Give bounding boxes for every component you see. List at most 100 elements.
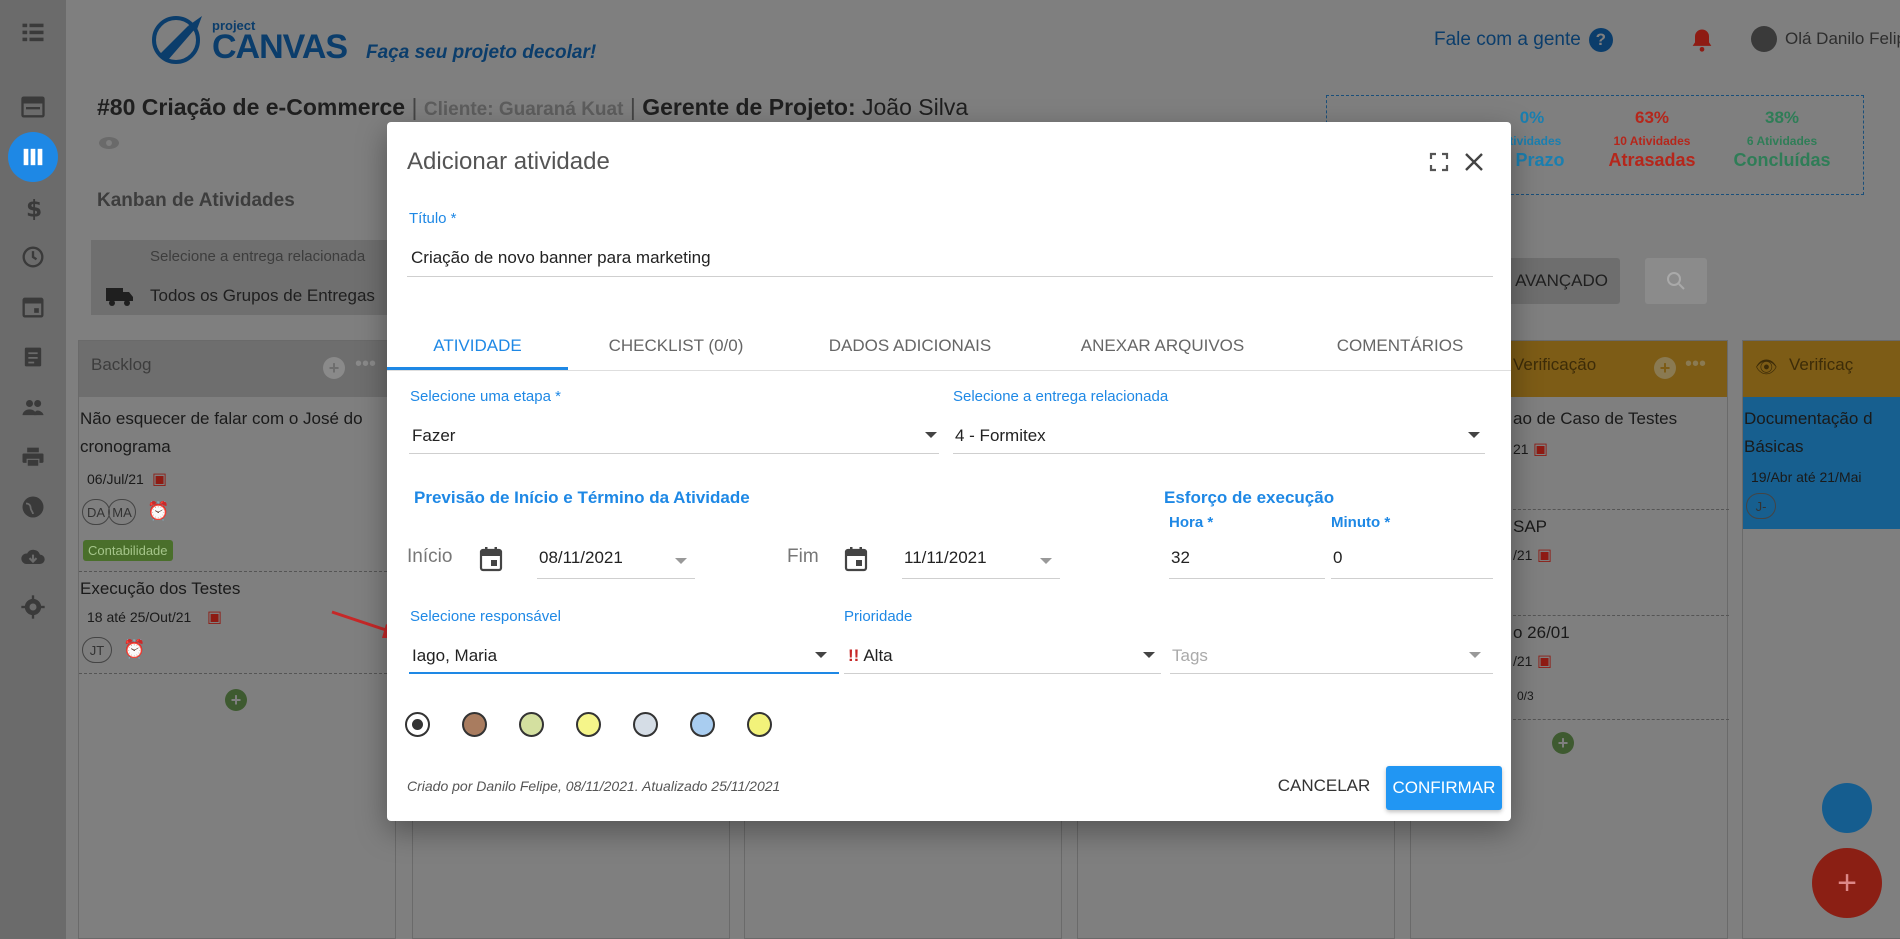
fim-date-input[interactable]: 11/11/2021 [904, 548, 987, 568]
entrega-dropdown-icon[interactable] [1468, 432, 1480, 438]
card-date: 19/Abr até 21/Mai [1751, 469, 1862, 485]
add-fab-button[interactable]: + [1812, 848, 1882, 918]
fullscreen-icon[interactable] [1429, 152, 1449, 172]
delivery-filter[interactable]: Selecione a entrega relacionada Todos os… [91, 240, 391, 315]
card-title[interactable]: Execução dos Testes [80, 579, 240, 599]
add-card-icon[interactable]: + [1552, 732, 1574, 754]
search-button[interactable] [1645, 258, 1707, 304]
user-greeting: Olá Danilo Felipe [1785, 29, 1900, 48]
tab-anexar-arquivos[interactable]: ANEXAR ARQUIVOS [1036, 322, 1289, 370]
dashboard-icon[interactable] [0, 82, 66, 132]
cloud-download-icon[interactable] [0, 532, 66, 582]
entrega-select[interactable]: 4 - Formitex [955, 426, 1046, 446]
column-title: Verificaç [1789, 355, 1854, 374]
card-date: /21 [1513, 547, 1533, 563]
stat-done: 38% 6 Atividades Concluídas [1727, 108, 1837, 171]
confirm-button[interactable]: CONFIRMAR [1386, 766, 1502, 810]
add-icon[interactable]: + [323, 357, 345, 379]
more-icon[interactable]: ••• [1685, 353, 1706, 376]
user-menu[interactable]: Olá Danilo Felipe ▾ [1751, 26, 1900, 52]
tags-input[interactable]: Tags [1172, 646, 1208, 666]
card-title[interactable]: ao de Caso de Testes [1513, 409, 1677, 429]
priority-high-icon: !! [848, 646, 860, 665]
card-highlighted[interactable]: Documentação d Básicas 19/Abr até 21/Mai… [1743, 397, 1900, 529]
card-title[interactable]: o 26/01 [1513, 623, 1570, 643]
eye-icon[interactable] [98, 136, 120, 150]
tags-dropdown-icon[interactable] [1469, 652, 1481, 658]
eye-icon[interactable]: 👁 [1755, 357, 1778, 378]
logo-tagline: Faça seu projeto decolar! [366, 42, 597, 63]
minuto-input[interactable]: 0 [1333, 548, 1342, 568]
menu-icon[interactable] [0, 8, 66, 58]
stat-label: Atrasadas [1608, 150, 1696, 170]
card-divider [1513, 509, 1729, 510]
titulo-input[interactable]: Criação de novo banner para marketing [411, 248, 711, 268]
card-title-line2: Básicas [1744, 437, 1804, 456]
delivery-filter-value: Todos os Grupos de Entregas [150, 286, 375, 305]
calendar-x-icon: ▣ [1537, 547, 1553, 564]
hora-input[interactable]: 32 [1171, 548, 1190, 568]
stat-late: 63% 10 Atividades Atrasadas [1597, 108, 1707, 171]
inicio-label: Início [407, 546, 453, 567]
color-option[interactable] [405, 712, 430, 737]
prioridade-underline [844, 673, 1161, 674]
color-option[interactable] [690, 712, 715, 737]
color-option[interactable] [633, 712, 658, 737]
etapa-dropdown-icon[interactable] [925, 432, 937, 438]
tab-comentarios[interactable]: COMENTÁRIOS [1289, 322, 1511, 370]
alarm-icon[interactable]: ⏰ [147, 501, 169, 522]
tab-atividade[interactable]: ATIVIDADE [387, 322, 568, 370]
hora-label: Hora * [1169, 514, 1214, 531]
card-date: /21 [1513, 653, 1533, 669]
inicio-date-input[interactable]: 08/11/2021 [539, 548, 623, 568]
etapa-select[interactable]: Fazer [412, 426, 455, 446]
calendar-icon[interactable] [0, 282, 66, 332]
responsavel-dropdown-icon[interactable] [815, 652, 827, 658]
calendar-x-icon: ▣ [207, 609, 223, 626]
inicio-dropdown-icon[interactable] [675, 558, 687, 564]
clock-icon[interactable] [0, 232, 66, 282]
kanban-icon[interactable] [0, 132, 66, 182]
card-divider [79, 673, 397, 674]
add-card-icon[interactable]: + [225, 689, 247, 711]
color-option[interactable] [747, 712, 772, 737]
fim-label: Fim [787, 546, 819, 567]
inicio-underline [537, 578, 695, 579]
calendar-icon[interactable] [479, 546, 503, 572]
card-title-line2[interactable]: cronograma [80, 437, 171, 457]
previsao-section-title: Previsão de Início e Término da Atividad… [414, 488, 750, 507]
color-option[interactable] [462, 712, 487, 737]
stat-pct: 38% [1764, 108, 1800, 127]
notes-icon[interactable] [0, 332, 66, 382]
print-icon[interactable] [0, 432, 66, 482]
minuto-label: Minuto * [1331, 514, 1391, 531]
tab-checklist[interactable]: CHECKLIST (0/0) [568, 322, 784, 370]
bell-icon[interactable] [1688, 26, 1716, 54]
settings-icon[interactable] [0, 582, 66, 632]
tab-dados-adicionais[interactable]: DADOS ADICIONAIS [784, 322, 1036, 370]
close-icon[interactable] [1462, 150, 1486, 174]
prioridade-select[interactable]: !! Alta [848, 646, 893, 666]
card-divider [1513, 615, 1729, 616]
prioridade-dropdown-icon[interactable] [1143, 652, 1155, 658]
globe-icon[interactable] [0, 482, 66, 532]
fim-underline [902, 578, 1060, 579]
fim-dropdown-icon[interactable] [1040, 558, 1052, 564]
responsavel-select[interactable]: Iago, Maria [412, 646, 497, 666]
card-title[interactable]: Não esquecer de falar com o José do [80, 409, 363, 429]
add-icon[interactable]: + [1654, 357, 1676, 379]
color-option[interactable] [576, 712, 601, 737]
rocket-logo-icon [152, 16, 202, 64]
column-backlog-header: Backlog + ••• [79, 341, 395, 397]
card-title[interactable]: SAP [1513, 517, 1547, 537]
dollar-icon[interactable]: $ [0, 182, 66, 232]
cancel-button[interactable]: CANCELAR [1264, 766, 1384, 806]
color-option[interactable] [519, 712, 544, 737]
contact-link[interactable]: Fale com a gente ? [1434, 28, 1613, 52]
logo[interactable]: project CANVAS Faça seu projeto decolar! [148, 10, 596, 66]
calendar-icon[interactable] [844, 546, 868, 572]
more-icon[interactable]: ••• [355, 353, 376, 376]
layout-fab-button[interactable] [1822, 783, 1872, 833]
alarm-icon[interactable]: ⏰ [123, 639, 145, 660]
people-icon[interactable] [0, 382, 66, 432]
